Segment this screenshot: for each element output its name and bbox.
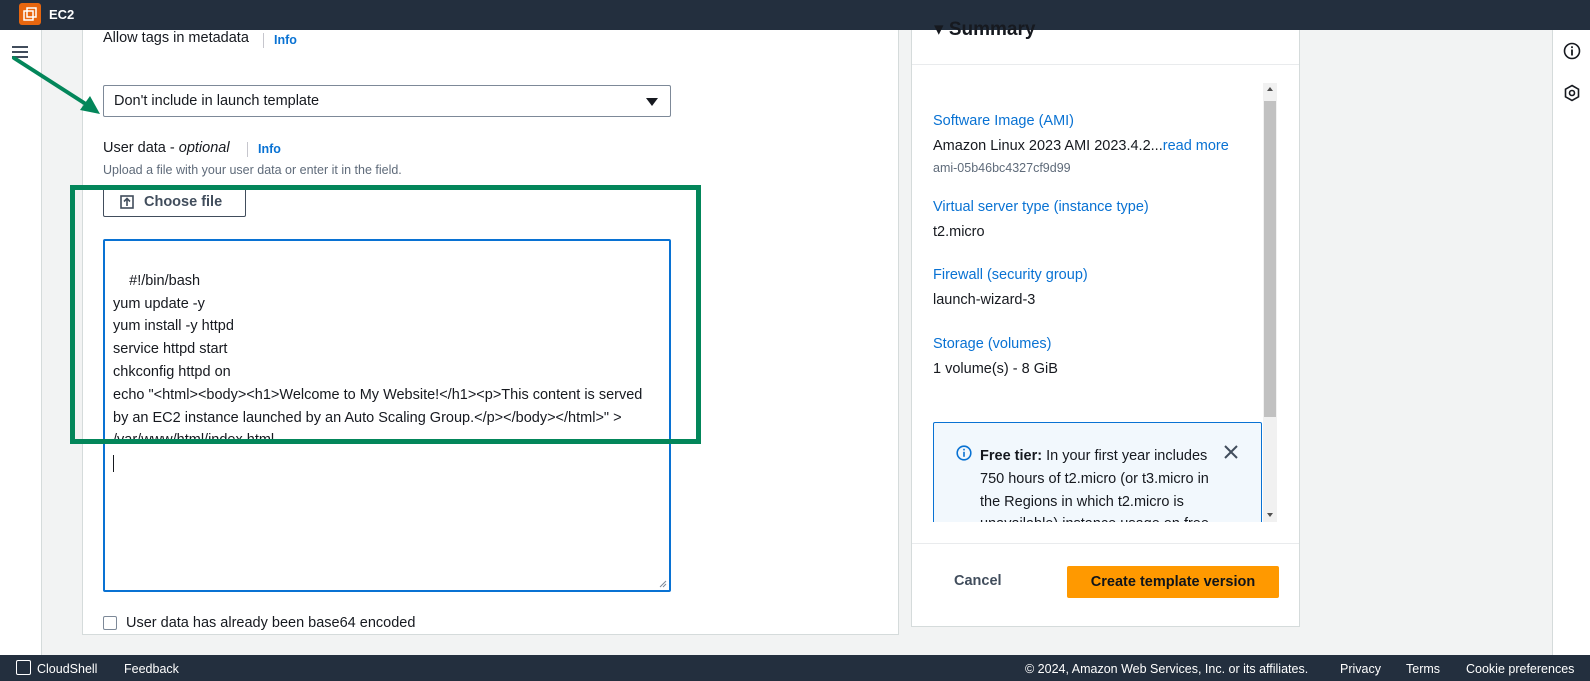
allow-tags-select-value: Don't include in launch template bbox=[114, 93, 320, 109]
base64-checkbox-row[interactable]: User data has already been base64 encode… bbox=[103, 615, 415, 631]
info-circle-icon bbox=[956, 445, 972, 461]
summary-title-text: Summary bbox=[948, 19, 1036, 40]
ami-label-link[interactable]: Software Image (AMI) bbox=[933, 113, 1074, 129]
cookie-preferences-link[interactable]: Cookie preferences bbox=[1466, 662, 1574, 676]
copyright-text: © 2024, Amazon Web Services, Inc. or its… bbox=[1025, 662, 1309, 676]
right-tool-rail bbox=[1552, 30, 1590, 655]
choose-file-button[interactable]: Choose file bbox=[103, 187, 246, 217]
instance-type-value: t2.micro bbox=[933, 224, 985, 240]
user-data-label-text: User data - bbox=[103, 140, 179, 156]
summary-panel: ▾ Summary Software Image (AMI) Amazon Li… bbox=[911, 19, 1300, 627]
cloudshell-icon[interactable] bbox=[16, 660, 31, 675]
create-template-version-button[interactable]: Create template version bbox=[1067, 566, 1279, 598]
summary-scrollbar[interactable] bbox=[1263, 83, 1277, 522]
service-name[interactable]: EC2 bbox=[49, 7, 74, 22]
advanced-details-panel: Allow tags in metadata Info Don't includ… bbox=[82, 30, 899, 635]
free-tier-message: Free tier: In your first year includes 7… bbox=[980, 445, 1220, 522]
storage-label-link[interactable]: Storage (volumes) bbox=[933, 336, 1051, 352]
text-cursor bbox=[113, 454, 114, 472]
cloudshell-link[interactable]: CloudShell bbox=[37, 662, 97, 676]
feedback-link[interactable]: Feedback bbox=[124, 662, 179, 676]
close-icon[interactable] bbox=[1222, 443, 1240, 461]
user-data-label: User data - optional bbox=[103, 140, 230, 156]
free-tier-title: Free tier: bbox=[980, 448, 1043, 464]
summary-actions: Cancel Create template version bbox=[912, 543, 1299, 627]
base64-checkbox[interactable] bbox=[103, 616, 117, 630]
choose-file-label: Choose file bbox=[144, 194, 223, 210]
allow-tags-select[interactable]: Don't include in launch template bbox=[103, 85, 671, 117]
user-data-textarea[interactable]: #!/bin/bash yum update -y yum install -y… bbox=[103, 239, 671, 592]
cancel-button[interactable]: Cancel bbox=[954, 573, 1002, 589]
user-data-optional-text: optional bbox=[178, 140, 230, 156]
ami-value-text: Amazon Linux 2023 AMI 2023.4.2... bbox=[933, 138, 1163, 154]
ami-id: ami-05b46bc4327cf9d99 bbox=[933, 161, 1071, 175]
user-data-info-link[interactable]: Info bbox=[247, 142, 281, 157]
summary-title[interactable]: ▾ Summary bbox=[934, 18, 1035, 41]
resize-handle-icon[interactable] bbox=[657, 578, 667, 588]
allow-tags-label: Allow tags in metadata bbox=[103, 30, 249, 46]
ec2-service-icon[interactable] bbox=[19, 3, 41, 25]
create-template-version-label: Create template version bbox=[1090, 574, 1256, 590]
scroll-down-arrow-icon[interactable] bbox=[1267, 513, 1273, 517]
info-panel-icon[interactable] bbox=[1563, 42, 1581, 60]
upload-icon bbox=[120, 195, 134, 209]
summary-scroll-area[interactable]: Software Image (AMI) Amazon Linux 2023 A… bbox=[912, 80, 1300, 522]
instance-type-label-link[interactable]: Virtual server type (instance type) bbox=[933, 199, 1149, 215]
caret-down-icon bbox=[646, 98, 658, 106]
ami-read-more-link[interactable]: read more bbox=[1163, 138, 1229, 154]
firewall-value: launch-wizard-3 bbox=[933, 292, 1036, 308]
base64-checkbox-label: User data has already been base64 encode… bbox=[126, 615, 416, 631]
settings-hexagon-icon[interactable] bbox=[1563, 84, 1581, 102]
left-nav-rail bbox=[0, 30, 42, 655]
hamburger-menu-icon[interactable] bbox=[11, 43, 29, 61]
allow-tags-info-link[interactable]: Info bbox=[263, 33, 297, 48]
firewall-label-link[interactable]: Firewall (security group) bbox=[933, 267, 1088, 283]
terms-link[interactable]: Terms bbox=[1406, 662, 1440, 676]
summary-header: ▾ Summary bbox=[912, 19, 1299, 65]
scroll-up-arrow-icon[interactable] bbox=[1267, 87, 1273, 91]
console-footer: CloudShell Feedback © 2024, Amazon Web S… bbox=[0, 655, 1590, 681]
free-tier-alert: Free tier: In your first year includes 7… bbox=[933, 422, 1262, 522]
user-data-script: #!/bin/bash yum update -y yum install -y… bbox=[113, 272, 643, 449]
top-navigation-bar: EC2 bbox=[0, 0, 1590, 30]
user-data-description: Upload a file with your user data or ent… bbox=[103, 163, 402, 177]
storage-value: 1 volume(s) - 8 GiB bbox=[933, 361, 1058, 377]
privacy-link[interactable]: Privacy bbox=[1340, 662, 1381, 676]
ami-value: Amazon Linux 2023 AMI 2023.4.2...read mo… bbox=[933, 138, 1229, 154]
scrollbar-thumb[interactable] bbox=[1264, 101, 1276, 417]
